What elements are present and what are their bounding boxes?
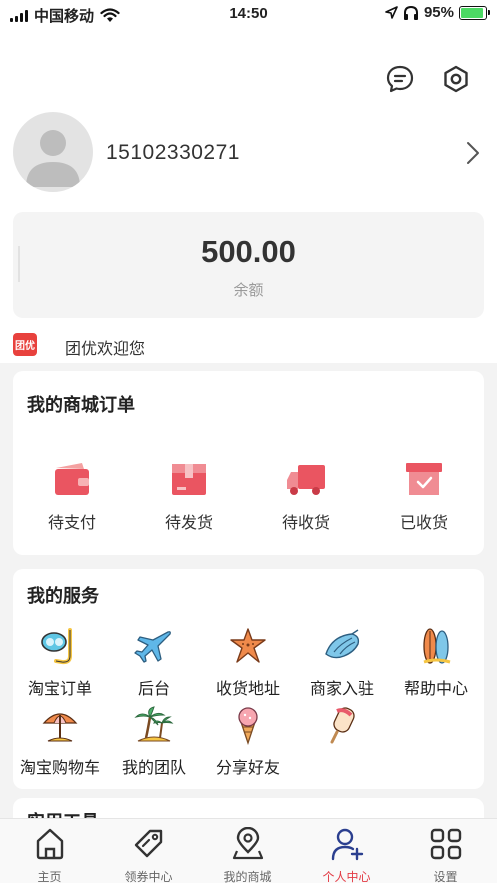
service-label: 分享好友	[215, 760, 280, 777]
order-label: 待收货	[281, 515, 330, 532]
service-backend[interactable]: 后台	[104, 626, 204, 699]
brand-logo: 团优	[13, 333, 37, 356]
service-label: 收货地址	[215, 681, 280, 698]
tab-label: 个人中心	[322, 870, 371, 883]
wallet-icon	[55, 463, 89, 495]
order-pending-payment[interactable]: 待支付	[32, 461, 112, 533]
status-right: 95%	[385, 4, 490, 21]
services-title: 我的服务	[27, 586, 99, 606]
tab-my-mall[interactable]: 我的商城	[198, 819, 297, 883]
order-pending-ship[interactable]: 待发货	[149, 461, 229, 533]
palm-island-icon	[134, 706, 174, 742]
ice-cream-cone-icon	[238, 707, 258, 746]
beach-umbrella-icon	[42, 713, 78, 742]
settings-button[interactable]	[441, 64, 471, 94]
service-merchant-join[interactable]: 商家入驻	[292, 626, 392, 699]
map-pin-icon	[232, 826, 263, 860]
tab-home[interactable]: 主页	[0, 819, 99, 883]
service-label: 我的团队	[121, 760, 186, 777]
order-received[interactable]: 已收货	[384, 461, 464, 533]
tab-settings[interactable]: 设置	[396, 819, 495, 883]
truck-icon	[287, 465, 325, 495]
welcome-text: 团优欢迎您	[65, 341, 146, 358]
tab-personal-center[interactable]: 个人中心	[297, 819, 396, 883]
seashell-icon	[325, 629, 360, 659]
orders-title: 我的商城订单	[27, 395, 135, 415]
balance-value: 500.00	[201, 234, 296, 269]
package-icon	[172, 464, 206, 495]
grid-icon	[430, 828, 461, 860]
brand-logo-text: 团优	[15, 341, 35, 352]
profile-detail-button[interactable]	[465, 140, 481, 166]
service-taobao-orders[interactable]: 淘宝订单	[10, 626, 110, 699]
home-icon	[36, 828, 63, 860]
services-card: 我的服务 淘宝订单 后台 收货地址 商家入驻 帮助中心 淘宝购物车 我的团队 分…	[13, 569, 484, 789]
coupon-tag-icon	[134, 829, 162, 858]
order-label: 待发货	[164, 515, 213, 532]
order-label: 已收货	[399, 515, 448, 532]
tab-coupon-center[interactable]: 领券中心	[99, 819, 198, 883]
service-share-friends[interactable]: 分享好友	[198, 705, 298, 778]
message-button[interactable]	[385, 64, 415, 94]
hexagon-settings-icon	[444, 65, 468, 93]
status-bar: 中国移动 14:50 95%	[0, 0, 497, 28]
airplane-icon	[134, 631, 171, 663]
tab-label: 主页	[37, 870, 62, 883]
order-label: 待支付	[47, 515, 96, 532]
headphones-icon	[403, 5, 418, 20]
order-pending-receive[interactable]: 待收货	[266, 461, 346, 533]
service-label: 淘宝订单	[27, 681, 92, 698]
user-add-icon	[331, 828, 363, 861]
service-label: 帮助中心	[403, 681, 468, 698]
chevron-right-icon	[467, 142, 479, 164]
surfboard-icon	[423, 628, 451, 664]
service-taobao-cart[interactable]: 淘宝购物车	[10, 705, 110, 778]
service-help-center[interactable]: 帮助中心	[386, 626, 486, 699]
orders-card: 我的商城订单 待支付 待发货 待收货 已收货	[13, 371, 484, 555]
tab-label: 领券中心	[124, 870, 173, 883]
service-label: 后台	[137, 681, 170, 698]
service-label: 商家入驻	[309, 681, 374, 698]
tab-label: 我的商城	[223, 870, 272, 883]
service-label: 淘宝购物车	[19, 760, 100, 777]
default-avatar-icon	[26, 130, 80, 187]
received-box-icon	[406, 463, 442, 495]
balance-label: 余额	[233, 282, 264, 299]
service-popsicle[interactable]	[292, 705, 392, 754]
chat-bubble-icon	[386, 65, 414, 93]
service-address[interactable]: 收货地址	[198, 626, 298, 699]
starfish-icon	[230, 628, 266, 663]
popsicle-icon	[330, 707, 355, 744]
battery-percent: 95%	[423, 4, 454, 21]
phone-number[interactable]: 15102330271	[106, 141, 240, 165]
tab-bar: 主页 领券中心 我的商城 个人中心 设置	[0, 818, 497, 883]
location-arrow-icon	[385, 6, 398, 19]
snorkel-icon	[41, 628, 72, 665]
battery-icon	[459, 5, 490, 20]
avatar[interactable]	[13, 112, 93, 192]
tab-label: 设置	[433, 870, 458, 883]
service-my-team[interactable]: 我的团队	[104, 705, 204, 778]
